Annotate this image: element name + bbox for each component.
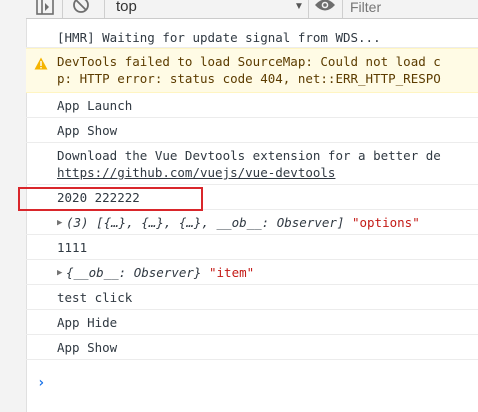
message-text: App Hide [57,315,118,330]
context-selector[interactable]: top [116,0,298,17]
message-text: App Launch [57,98,133,113]
console-prompt-icon[interactable]: › [37,375,45,391]
expand-triangle-icon[interactable]: ▶ [57,215,62,232]
string-value: "item" [209,265,255,280]
message-text: 1111 [57,240,88,255]
message-text: Download the Vue Devtools extension for … [57,148,441,163]
console-message: [HMR] Waiting for update signal from WDS… [26,19,478,48]
toolbar-separator [308,0,309,18]
annotation-highlight-box [18,187,203,211]
toolbar-separator [104,0,105,18]
console-toolbar: top ▼ Filter [26,0,478,19]
console-object-message[interactable]: ▶ {__ob__: Observer} "item" [26,260,478,285]
warning-icon [34,57,48,74]
sidebar-toggle-icon[interactable] [36,0,54,19]
console-message: Download the Vue Devtools extension for … [26,143,478,185]
message-text: [HMR] Waiting for update signal from WDS… [57,30,381,45]
string-value: "options" [351,215,420,230]
console-object-message[interactable]: ▶ (3) [{…}, {…}, {…}, __ob__: Observer] … [26,210,478,235]
message-text: test click [57,290,133,305]
warning-text-line: p: HTTP error: status code 404, net::ERR… [57,71,441,86]
message-text: App Show [57,123,118,138]
console-message: test click [26,285,478,310]
console-message: App Hide [26,310,478,335]
console-message: App Show [26,118,478,143]
filter-input[interactable]: Filter [344,0,478,17]
dropdown-arrow-icon[interactable]: ▼ [294,0,304,14]
clear-console-icon[interactable] [72,0,90,19]
console-message: App Show [26,335,478,360]
console-message: App Launch [26,93,478,118]
expand-triangle-icon[interactable]: ▶ [57,265,62,282]
object-preview[interactable]: {__ob__: Observer} [66,265,201,280]
devtools-link[interactable]: https://github.com/vuejs/vue-devtools [57,164,478,181]
toolbar-separator [342,0,343,18]
console-message: 1111 [26,235,478,260]
eye-icon[interactable] [314,0,336,19]
object-preview[interactable]: (3) [{…}, {…}, {…}, __ob__: Observer] [66,215,344,230]
warning-text-line: DevTools failed to load SourceMap: Could… [57,54,441,69]
message-text: App Show [57,340,118,355]
console-warning: DevTools failed to load SourceMap: Could… [26,48,478,93]
toolbar-separator [62,0,63,18]
